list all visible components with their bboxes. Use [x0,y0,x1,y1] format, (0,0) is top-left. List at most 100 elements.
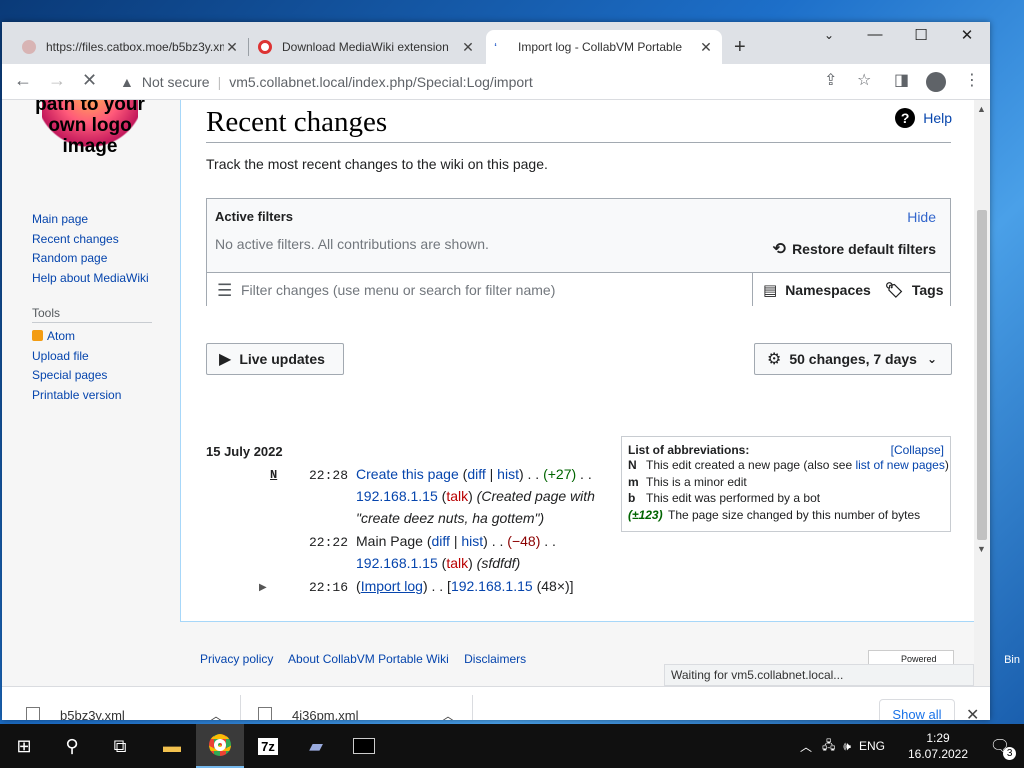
size-change: (−48) [507,533,541,549]
chrome-icon[interactable] [196,724,244,768]
change-row: 22:28 Create this page (diff | hist) . . … [309,466,592,483]
tab-search-chevron-icon[interactable]: ⌄ [806,28,852,42]
rss-feed-icon [32,330,43,341]
sidebar-item-random-page[interactable]: Random page [32,249,149,269]
page-link[interactable]: Main Page [356,533,423,549]
menu-icon[interactable]: ☰ [217,281,232,301]
side-panel-icon[interactable]: ◨ [894,70,909,90]
live-updates-button[interactable]: ▶ Live updates [206,343,344,375]
namespaces-button[interactable]: Namespaces [785,282,871,298]
taskbar-clock[interactable]: 1:29 16.07.2022 [906,730,970,762]
page-scrollbar[interactable]: ▲ ▼ [974,100,990,686]
hist-link[interactable]: hist [497,466,519,482]
user-link[interactable]: 192.168.1.15 [356,555,438,571]
windows-start-icon[interactable]: ⊞ [0,724,48,768]
notifications-icon[interactable]: 🗨 3 [976,724,1024,768]
minimize-button[interactable]: — [852,26,898,43]
change-time: 22:22 [309,535,349,550]
disclaimers-link[interactable]: Disclaimers [464,652,526,666]
menu-kebab-icon[interactable]: ⋮ [964,70,980,90]
collapse-link[interactable]: [Collapse] [891,443,944,457]
language-indicator[interactable]: ENG [859,739,885,753]
profile-avatar-icon[interactable] [926,72,946,92]
sidebar-item-help[interactable]: Help about MediaWiki [32,269,149,289]
tab-title: https://files.catbox.moe/b5bz3y.xml [46,40,224,54]
user-link[interactable]: 192.168.1.15 [356,488,438,504]
tab-catbox[interactable]: https://files.catbox.moe/b5bz3y.xml ✕ [14,30,248,64]
sidebar-item-atom[interactable]: Atom [32,327,121,347]
user-link[interactable]: 192.168.1.15 [451,578,533,594]
changes-limit-dropdown[interactable]: ⚙ 50 changes, 7 days ⌄ [754,343,952,375]
command-prompt-icon[interactable] [340,724,388,768]
new-tab-button[interactable]: + [734,36,746,59]
page-link[interactable]: Create this page [356,466,459,482]
restore-label: Restore default filters [792,241,936,257]
atom-label: Atom [47,329,76,343]
scrollbar-thumb[interactable] [977,210,987,540]
new-pages-link[interactable]: list of new pages [855,458,944,472]
scroll-up-icon[interactable]: ▲ [977,104,986,114]
forward-button[interactable]: → [48,70,66,91]
show-all-downloads-button[interactable]: Show all [879,699,955,720]
search-icon[interactable]: ⚲ [48,724,96,768]
download-item[interactable]: 4j36pm.xml ︿ [258,687,468,720]
talk-link[interactable]: talk [446,555,468,571]
privacy-policy-link[interactable]: Privacy policy [200,652,273,666]
filter-search-input[interactable]: Filter changes (use menu or search for f… [241,282,555,298]
task-view-icon[interactable]: ⧉ [96,724,144,768]
tray-chevron-icon[interactable]: ︿ [800,738,812,755]
close-tab-icon[interactable]: ✕ [698,39,714,56]
legend-text-tail: ) [944,458,949,472]
not-secure-label[interactable]: Not secure [142,74,210,90]
sidebar-item-main-page[interactable]: Main page [32,210,149,230]
wiki-page: path to your own logo image Main page Re… [2,100,974,686]
about-link[interactable]: About CollabVM Portable Wiki [288,652,449,666]
change-row-cont: "create deez nuts, ha gottem") [356,510,544,526]
close-window-button[interactable]: ✕ [944,26,990,44]
sidebar-item-printable-version[interactable]: Printable version [32,386,121,406]
back-button[interactable]: ← [14,70,32,91]
history-icon: ⟲ [772,241,787,258]
legend-text: This is a minor edit [646,474,747,489]
chevron-up-icon[interactable]: ︿ [442,707,454,721]
import-log-link[interactable]: Import log [361,578,423,594]
hist-link[interactable]: hist [461,533,483,549]
network-icon[interactable]: 🖧 [822,736,835,757]
sidebar-item-recent-changes[interactable]: Recent changes [32,230,149,250]
warning-icon[interactable]: ▲ [120,74,134,90]
recycle-bin-label[interactable]: Bin [1004,654,1020,666]
diff-link[interactable]: diff [467,466,485,482]
7zip-icon[interactable]: 7z [244,724,292,768]
tab-import-log[interactable]: ʻ Import log - CollabVM Portable ✕ [486,30,722,64]
tools-heading: Tools [32,306,61,320]
volume-icon[interactable]: 🕪 [843,739,851,754]
help-link[interactable]: ? Help [895,108,952,128]
tab-mediawiki-extension[interactable]: Download MediaWiki extension ✕ [250,30,484,64]
footer-links: Privacy policy About CollabVM Portable W… [200,652,538,666]
hide-filters-link[interactable]: Hide [907,209,936,225]
file-explorer-icon[interactable]: ▬ [148,724,196,768]
close-shelf-icon[interactable]: ✕ [966,705,979,720]
talk-link[interactable]: talk [446,488,468,504]
url-text[interactable]: vm5.collabnet.local/index.php/Special:Lo… [229,74,533,90]
expand-group-icon[interactable]: ▶ [259,582,267,593]
diff-link[interactable]: diff [432,533,450,549]
maximize-button[interactable]: ☐ [898,26,944,44]
chevron-up-icon[interactable]: ︿ [210,707,222,721]
bookmark-star-icon[interactable]: ☆ [857,70,871,90]
notepad-icon[interactable]: ▰ [292,724,340,768]
address-bar[interactable]: ▲ Not secure | vm5.collabnet.local/index… [114,68,794,96]
date-heading: 15 July 2022 [206,444,283,459]
close-tab-icon[interactable]: ✕ [224,39,240,56]
sidebar-item-upload-file[interactable]: Upload file [32,347,121,367]
scroll-down-icon[interactable]: ▼ [977,544,986,554]
site-logo[interactable]: path to your own logo image [28,100,152,157]
download-item[interactable]: b5bz3y.xml ︿ [26,687,236,720]
close-tab-icon[interactable]: ✕ [460,39,476,56]
stop-loading-button[interactable]: ✕ [82,70,97,91]
tab-divider [248,38,249,56]
tags-button[interactable]: Tags [912,282,944,298]
restore-default-filters-button[interactable]: ⟲ Restore default filters [773,239,936,259]
share-icon[interactable]: ⇪ [824,70,837,90]
sidebar-item-special-pages[interactable]: Special pages [32,366,121,386]
